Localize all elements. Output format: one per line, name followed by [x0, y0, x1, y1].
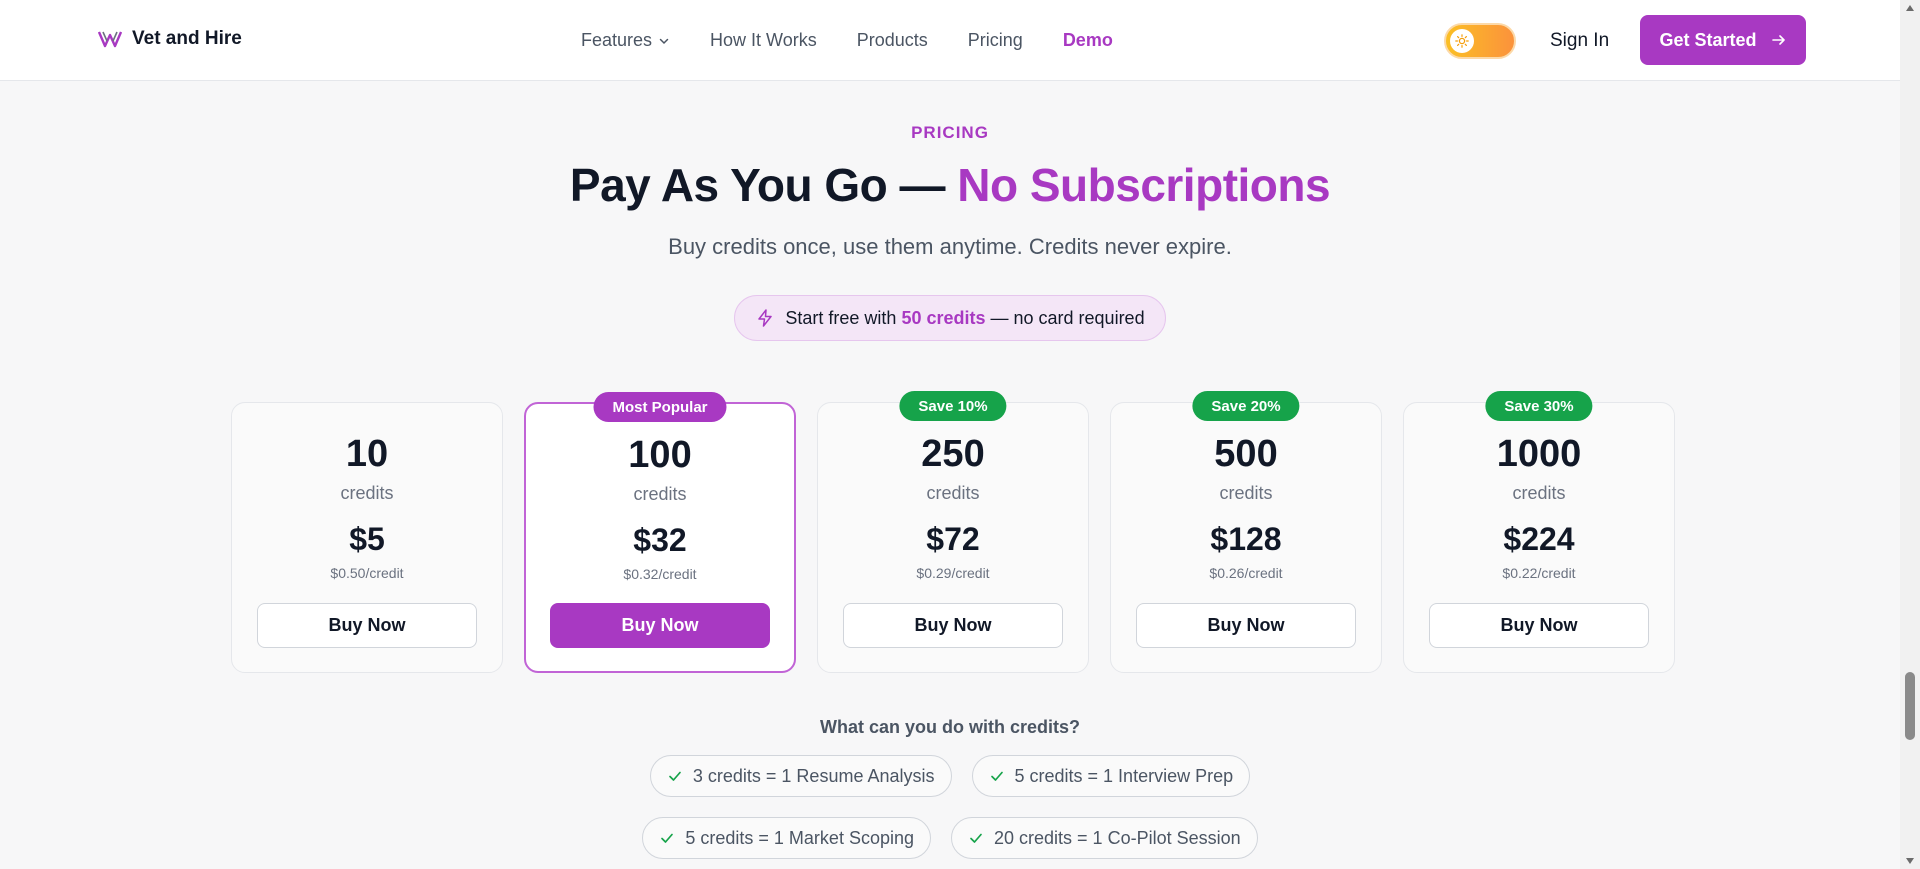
credit-use-label: 20 credits = 1 Co-Pilot Session [994, 827, 1241, 848]
section-eyebrow: PRICING [911, 123, 989, 142]
pricing-cards: 10 credits $5 $0.50/credit Buy Now Most … [231, 391, 1675, 673]
plan-price: $32 [633, 522, 687, 558]
banner-highlight: 50 credits [901, 307, 986, 328]
plan-price: $72 [926, 521, 980, 557]
nav-features-label: Features [581, 30, 653, 50]
headline-accent: No Subscriptions [957, 159, 1331, 211]
vh-logo-icon [98, 31, 122, 48]
chevron-down-icon [659, 38, 669, 44]
plan-unit: credits [633, 484, 687, 504]
section-headline: Pay As You Go — No Subscriptions [0, 158, 1900, 212]
banner-suffix: — no card required [985, 307, 1145, 328]
credit-use-label: 3 credits = 1 Resume Analysis [692, 765, 935, 786]
site-header: Vet and Hire Features How It Works Produ… [0, 0, 1900, 81]
credits-uses-row: 5 credits = 1 Market Scoping 20 credits … [0, 817, 1900, 859]
plan-amount: 500 [1214, 433, 1278, 475]
nav-pricing[interactable]: Pricing [968, 30, 1023, 51]
plan-amount: 1000 [1496, 433, 1582, 475]
credit-use-label: 5 credits = 1 Interview Prep [1014, 765, 1234, 786]
scrollbar-thumb[interactable] [1905, 672, 1915, 740]
nav-products[interactable]: Products [857, 30, 928, 51]
plan-unit: credits [1512, 483, 1566, 503]
plan-unit: credits [340, 483, 394, 503]
lightning-bolt-icon [758, 309, 773, 327]
plan-per-credit: $0.22/credit [1502, 565, 1576, 581]
buy-now-button[interactable]: Buy Now [1136, 603, 1356, 648]
arrow-right-icon [1771, 35, 1785, 45]
plan-card-1000: Save 30% 1000 credits $224 $0.22/credit … [1403, 391, 1675, 673]
sun-icon [1455, 34, 1469, 48]
plan-per-credit: $0.50/credit [330, 565, 404, 581]
check-icon [661, 833, 674, 843]
check-icon [970, 833, 982, 843]
nav-how-it-works[interactable]: How It Works [710, 30, 817, 51]
plan-card-250: Save 10% 250 credits $72 $0.29/credit Bu… [817, 391, 1089, 673]
free-credits-banner-wrap: Start free with 50 credits — no card req… [0, 295, 1900, 341]
credit-use-chip: 3 credits = 1 Resume Analysis [649, 755, 952, 797]
banner-prefix: Start free with [785, 307, 902, 328]
nav-features[interactable]: Features [581, 30, 670, 51]
buy-now-button[interactable]: Buy Now [257, 603, 477, 648]
plan-card-500: Save 20% 500 credits $128 $0.26/credit B… [1110, 391, 1382, 673]
credits-uses-title: What can you do with credits? [819, 717, 1080, 737]
credit-use-chip: 5 credits = 1 Interview Prep [971, 755, 1251, 797]
headline-main: Pay As You Go — [569, 159, 958, 211]
scroll-up-arrow-icon[interactable] [1904, 3, 1916, 13]
save-badge: Save 30% [1485, 391, 1593, 421]
buy-now-button[interactable]: Buy Now [843, 603, 1063, 648]
check-icon [669, 771, 681, 781]
plan-per-credit: $0.26/credit [1209, 565, 1283, 581]
credit-use-chip: 20 credits = 1 Co-Pilot Session [951, 817, 1258, 859]
save-badge: Save 20% [1192, 391, 1300, 421]
get-started-label: Get Started [1659, 29, 1757, 50]
credit-use-chip: 5 credits = 1 Market Scoping [642, 817, 931, 859]
brand-name: Vet and Hire [132, 28, 242, 49]
plan-amount: 250 [921, 433, 985, 475]
nav-demo[interactable]: Demo [1063, 30, 1113, 51]
save-badge: Save 10% [899, 391, 1007, 421]
get-started-button[interactable]: Get Started [1640, 15, 1806, 65]
credits-uses-row: 3 credits = 1 Resume Analysis 5 credits … [0, 755, 1900, 797]
buy-now-button[interactable]: Buy Now [1429, 603, 1649, 648]
plan-price: $224 [1503, 521, 1575, 557]
sign-in-link[interactable]: Sign In [1550, 30, 1609, 52]
toggle-knob [1450, 29, 1474, 53]
theme-toggle[interactable] [1444, 23, 1516, 59]
plan-price: $5 [349, 521, 385, 557]
plan-amount: 100 [628, 434, 692, 476]
plan-amount: 10 [345, 433, 389, 475]
check-icon [990, 771, 1003, 781]
main-nav: Features How It Works Products Pricing D… [581, 30, 1113, 51]
plan-card-100: Most Popular 100 credits $32 $0.32/credi… [524, 392, 796, 673]
plan-per-credit: $0.32/credit [623, 566, 697, 582]
plan-price: $128 [1210, 521, 1282, 557]
free-credits-banner: Start free with 50 credits — no card req… [734, 295, 1166, 341]
plan-unit: credits [1219, 483, 1273, 503]
scroll-down-arrow-icon[interactable] [1904, 856, 1916, 866]
brand-logo[interactable]: Vet and Hire [98, 28, 242, 50]
banner-text: Start free with 50 credits — no card req… [785, 308, 1144, 329]
section-subhead: Buy credits once, use them anytime. Cred… [668, 234, 1232, 259]
credit-use-label: 5 credits = 1 Market Scoping [685, 827, 914, 848]
most-popular-badge: Most Popular [593, 392, 727, 422]
plan-unit: credits [926, 483, 980, 503]
buy-now-button[interactable]: Buy Now [550, 603, 770, 648]
plan-card-10: 10 credits $5 $0.50/credit Buy Now [231, 402, 503, 673]
plan-per-credit: $0.29/credit [916, 565, 990, 581]
